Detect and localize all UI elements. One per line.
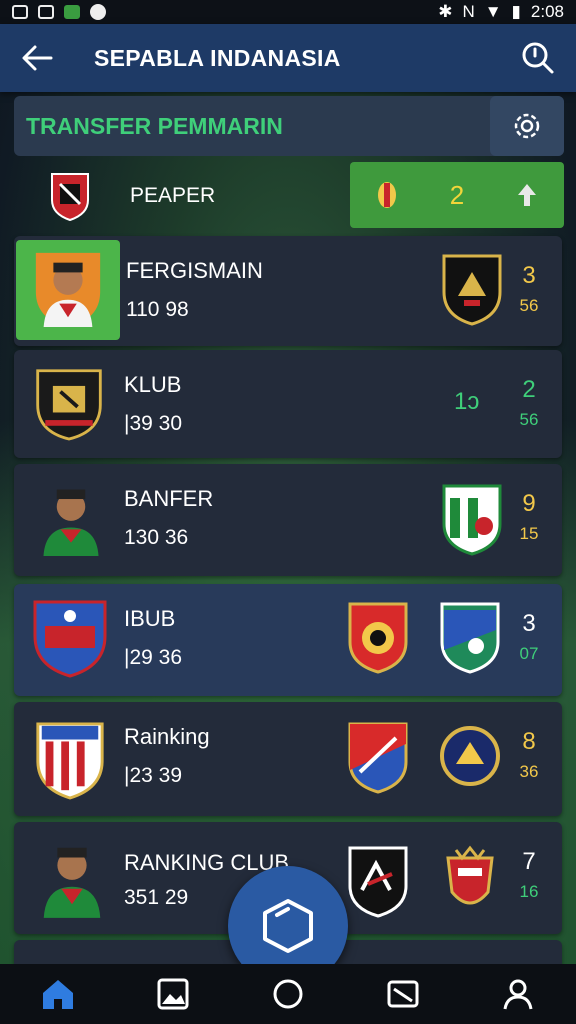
- stat-primary: 7: [522, 848, 536, 875]
- club-crest-icon: [440, 726, 500, 786]
- app-header: SEPABLA INDANASIA: [0, 24, 576, 92]
- section-header: TRANSFER PEMMARIN: [14, 96, 564, 156]
- nav-home[interactable]: [39, 975, 77, 1013]
- player-value: |23 39: [124, 764, 183, 787]
- peaper-row[interactable]: PEAPER 2: [14, 160, 564, 232]
- stat-secondary: 56: [519, 296, 539, 315]
- nav-profile[interactable]: [499, 975, 537, 1013]
- stat-primary: 2: [522, 376, 536, 403]
- player-name: IBUB: [124, 606, 176, 631]
- club-crest-icon: [348, 602, 408, 674]
- list-item[interactable]: KLUB |39 30 1ↄ 2 56: [14, 350, 562, 458]
- arrow-up-icon: [518, 184, 537, 206]
- gear-icon: [514, 113, 540, 139]
- player-name: KLUB: [124, 372, 182, 397]
- club-crest-icon: [36, 369, 102, 441]
- clock: 2:08: [530, 2, 564, 21]
- ball-icon: [273, 979, 303, 1009]
- club-crest-icon: [442, 484, 502, 556]
- club-crest-icon: [446, 845, 494, 905]
- profile-icon: [503, 979, 533, 1010]
- search-icon: [522, 42, 554, 74]
- player-name: BANFER: [124, 486, 214, 511]
- status-bar: ✱ N ▼ ▮ 2:08: [0, 0, 576, 24]
- flag-icon: [377, 182, 396, 208]
- message-notification-icon: [64, 5, 80, 19]
- battery-icon: ▮: [511, 2, 521, 21]
- stat-primary: 3: [522, 262, 536, 289]
- player-value: |29 36: [124, 646, 183, 669]
- club-crest-icon: [440, 602, 500, 674]
- club-crest-icon: [348, 722, 408, 794]
- stat-primary: 9: [522, 490, 536, 517]
- stat-secondary: 15: [519, 524, 539, 543]
- club-crest-icon: [36, 722, 104, 800]
- player-name: FERGISMAIN: [126, 258, 263, 283]
- club-crest-icon: [51, 173, 89, 222]
- section-title: TRANSFER PEMMARIN: [26, 112, 283, 139]
- cast-icon: [387, 980, 419, 1008]
- gallery-notification-icon: [38, 5, 54, 19]
- score-value: 2: [449, 179, 465, 210]
- mid-stat: 1ↄ: [454, 388, 480, 415]
- bluetooth-icon: ✱: [438, 2, 453, 21]
- stat-primary: 8: [522, 728, 536, 755]
- stat-secondary: 56: [519, 410, 539, 429]
- list-item[interactable]: FERGISMAIN 110 98 3 56: [14, 236, 562, 346]
- settings-button[interactable]: [490, 96, 564, 156]
- player-value: 130 36: [124, 526, 189, 549]
- player-avatar: [35, 252, 101, 327]
- wifi-icon: ▼: [484, 2, 502, 21]
- player-info: KLUB |39 30: [124, 372, 182, 436]
- gallery-icon: [157, 978, 189, 1010]
- player-avatar: [43, 847, 101, 918]
- player-value: |39 30: [124, 412, 183, 435]
- club-crest-icon: [33, 600, 107, 678]
- stat-primary: 3: [522, 610, 536, 637]
- stat-secondary: 07: [519, 644, 539, 663]
- bottom-navigation: [0, 964, 576, 1024]
- player-info: BANFER 130 36: [124, 486, 213, 550]
- app-notification-icon: [90, 4, 106, 20]
- club-crest-icon: [348, 846, 408, 918]
- nav-matches[interactable]: [269, 975, 307, 1013]
- player-value: 110 98: [126, 298, 189, 321]
- search-button[interactable]: [520, 40, 556, 76]
- nav-gallery[interactable]: [154, 975, 192, 1013]
- back-button[interactable]: [20, 41, 54, 75]
- club-crest-icon: [442, 254, 502, 326]
- peaper-name: PEAPER: [130, 184, 216, 207]
- score-box[interactable]: 2: [350, 162, 564, 228]
- stat-secondary: 16: [519, 882, 539, 901]
- home-icon: [42, 980, 73, 1009]
- player-avatar: [43, 489, 99, 556]
- list-item[interactable]: IBUB |29 36 3 07: [14, 584, 562, 696]
- back-arrow-icon: [22, 45, 53, 71]
- nfc-icon: N: [462, 2, 475, 21]
- notification-icon: [12, 5, 28, 19]
- stat-secondary: 36: [519, 762, 539, 781]
- player-info: IBUB |29 36: [124, 606, 182, 670]
- nav-cast[interactable]: [384, 975, 422, 1013]
- player-info: Rainking |23 39: [124, 724, 210, 788]
- player-info: FERGISMAIN 110 98: [126, 258, 263, 322]
- player-name: Rainking: [124, 724, 210, 749]
- page-title: SEPABLA INDANASIA: [94, 44, 341, 71]
- list-item[interactable]: Rainking |23 39 8 36: [14, 702, 562, 816]
- list-item[interactable]: BANFER 130 36 9 15: [14, 464, 562, 576]
- hexagon-icon: [263, 899, 313, 953]
